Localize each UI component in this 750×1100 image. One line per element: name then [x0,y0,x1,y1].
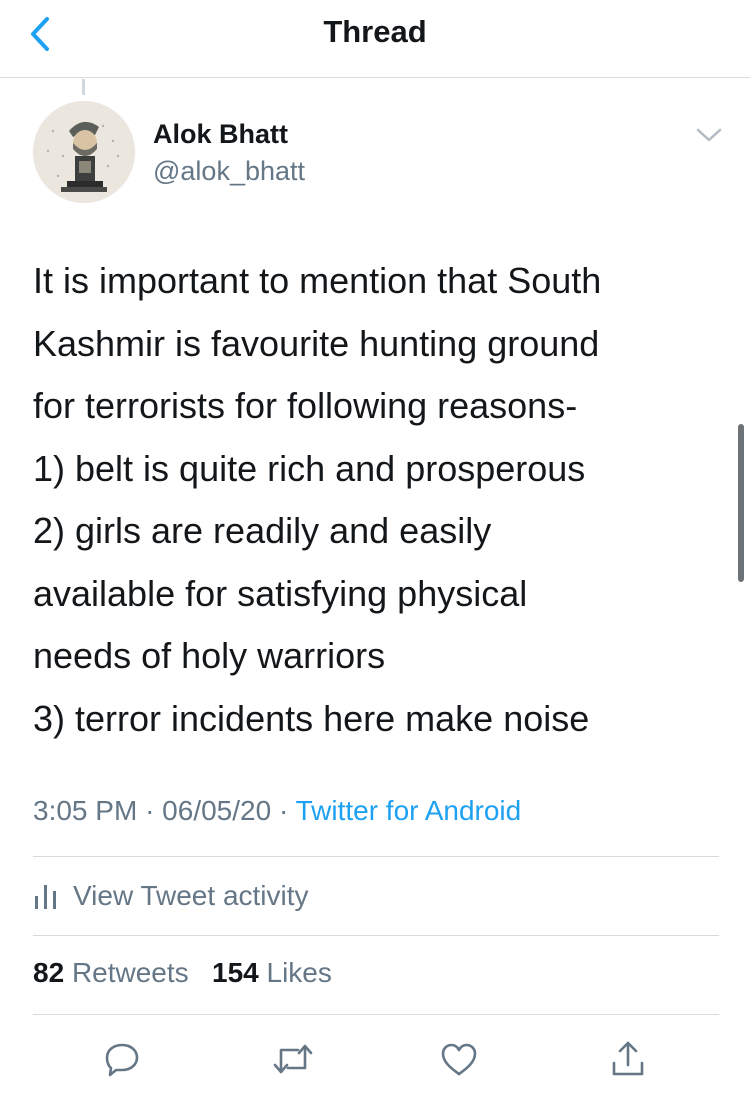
page-title: Thread [323,14,427,49]
tweet-date: 06/05/20 [162,795,272,826]
nav-header: Thread [0,0,750,78]
view-tweet-activity-button[interactable]: View Tweet activity [33,876,309,916]
heart-icon [441,1043,477,1076]
retweet-icon [273,1044,313,1074]
tweet-text-line: It is important to mention that South [33,260,602,301]
tweet-text-line: 3) terror incidents here make noise [33,697,590,739]
divider [33,856,719,857]
share-button[interactable] [603,1034,653,1084]
reply-icon [105,1043,139,1077]
likes-label: Likes [266,957,332,988]
meta-separator: · [278,795,289,826]
tweet-text-line: needs of holy warriors [33,635,386,676]
tweet-text-line: available for satisfying physical [33,572,528,614]
author-handle[interactable]: @alok_bhatt [153,156,305,187]
tweet-action-bar [0,1034,750,1084]
share-icon [612,1041,644,1076]
likes-count: 154 [212,957,259,988]
bar-chart-icon [35,885,56,909]
chevron-down-icon [696,128,722,142]
tweet-text: It is important to mention that South Ka… [33,250,723,750]
view-tweet-activity-label: View Tweet activity [73,880,309,911]
author-name[interactable]: Alok Bhatt [153,119,288,150]
retweets-label: Retweets [71,957,189,988]
tweet-text-line: for terrorists for following reasons- [33,385,578,426]
thread-connector-line [82,79,85,95]
retweet-button[interactable] [268,1034,318,1084]
divider [33,935,719,936]
tweet-text-line: Kashmir is favourite hunting ground [33,322,600,364]
retweets-count: 82 [33,957,65,988]
likes-stat[interactable]: 154 Likes [212,957,332,988]
reply-button[interactable] [97,1034,147,1084]
tweet-text-line: 2) girls are readily and easily [33,510,492,551]
avatar[interactable] [33,101,135,203]
tweet-detail-screen: Thread Alok Bhatt @alok_bhatt It is impo… [0,0,750,1100]
avatar-illustration [33,101,135,203]
scrollbar[interactable] [738,424,744,582]
tweet-text-line: 1) belt is quite rich and prosperous [33,447,586,489]
tweet-stats: 82 Retweets 154 Likes [33,957,332,989]
tweet-options-button[interactable] [690,118,728,152]
tweet-time: 3:05 PM [33,795,138,826]
like-button[interactable] [434,1034,484,1084]
divider [33,1014,719,1015]
meta-separator: · [145,795,155,826]
retweets-stat[interactable]: 82 Retweets [33,957,189,988]
tweet-meta: 3:05 PM · 06/05/20 · Twitter for Android [33,795,521,827]
tweet-source-link[interactable]: Twitter for Android [296,795,522,826]
